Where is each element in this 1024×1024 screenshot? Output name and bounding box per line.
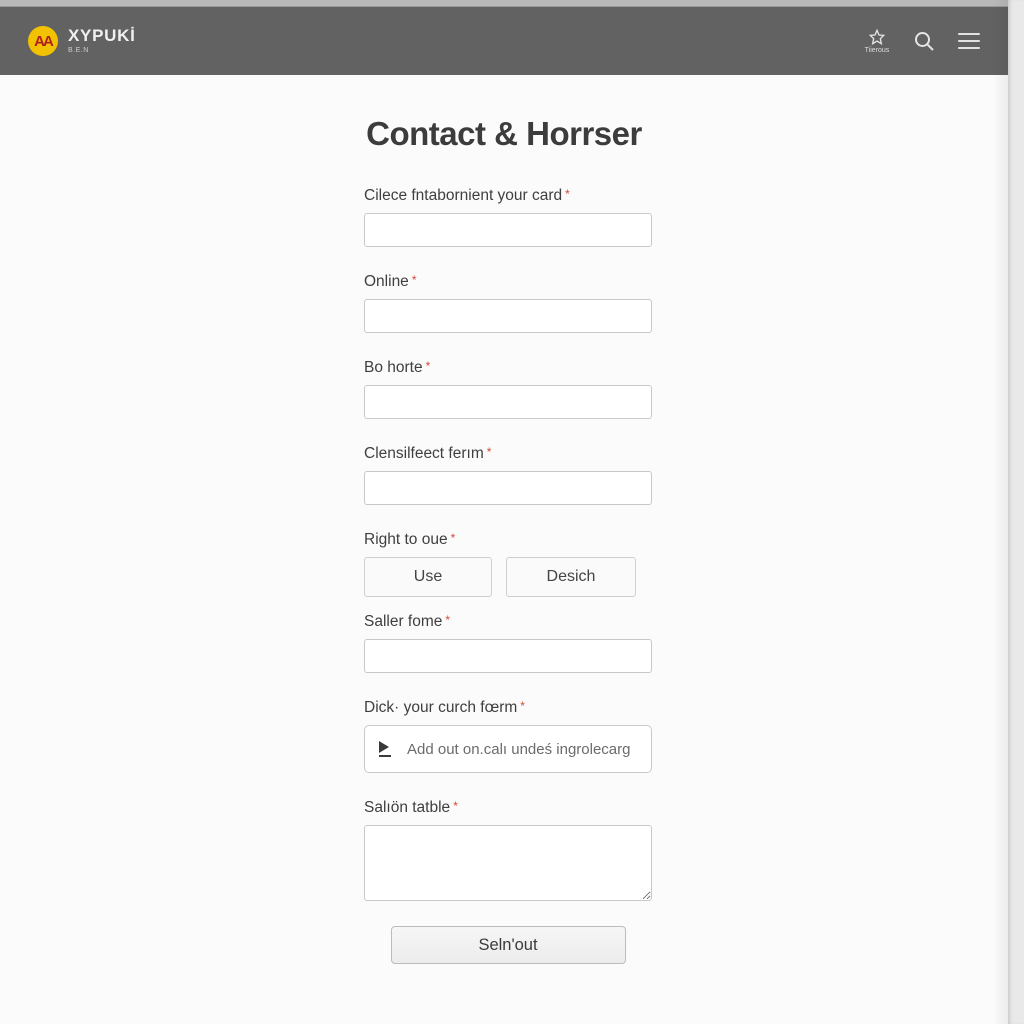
field-textarea: Salıön tatble* bbox=[364, 799, 652, 906]
required-marker: * bbox=[445, 613, 450, 627]
label-bohorte-text: Bo horte bbox=[364, 359, 423, 376]
page-title: Contact & Horrser bbox=[0, 115, 1008, 153]
bohorte-input[interactable] bbox=[364, 385, 652, 419]
window-top-strip bbox=[0, 0, 1008, 7]
field-right: Right to oue* Use Desich bbox=[364, 531, 652, 597]
label-right-text: Right to oue bbox=[364, 531, 448, 548]
upload-placeholder: Add out on.calı undeś ingrolecarg bbox=[407, 741, 630, 758]
logo-text: AA bbox=[34, 33, 52, 50]
label-textarea: Salıön tatble* bbox=[364, 799, 652, 817]
required-marker: * bbox=[565, 187, 570, 201]
submit-button[interactable]: Seln'out bbox=[391, 926, 626, 964]
header-actions: Tiierous bbox=[864, 29, 980, 54]
label-online: Online* bbox=[364, 273, 652, 291]
logo-badge: AA bbox=[28, 26, 58, 56]
label-saller: Saller fome* bbox=[364, 613, 652, 631]
upload-box[interactable]: Add out on.calı undeś ingrolecarg bbox=[364, 725, 652, 773]
label-clens: Clensilfeect ferım* bbox=[364, 445, 652, 463]
field-online: Online* bbox=[364, 273, 652, 333]
brand-subtext: B.E.N bbox=[68, 47, 136, 54]
favorites-button[interactable]: Tiierous bbox=[864, 29, 890, 54]
required-marker: * bbox=[412, 273, 417, 287]
label-bohorte: Bo horte* bbox=[364, 359, 652, 377]
menu-button[interactable] bbox=[958, 33, 980, 49]
online-input[interactable] bbox=[364, 299, 652, 333]
play-icon bbox=[379, 741, 393, 757]
label-upload: Dick· your curch fœrm* bbox=[364, 699, 652, 717]
right-option-desich[interactable]: Desich bbox=[506, 557, 636, 597]
required-marker: * bbox=[451, 531, 456, 545]
label-right: Right to oue* bbox=[364, 531, 652, 549]
field-clens: Clensilfeect ferım* bbox=[364, 445, 652, 505]
textarea-input[interactable] bbox=[364, 825, 652, 901]
field-card: Cilece fntabornient your card* bbox=[364, 187, 652, 247]
submit-row: Seln'out bbox=[364, 926, 652, 964]
page: AA XYPUKİ B.E.N Tiierous bbox=[0, 0, 1008, 1024]
brand[interactable]: AA XYPUKİ B.E.N bbox=[28, 26, 136, 56]
label-saller-text: Saller fome bbox=[364, 613, 442, 630]
brand-text: XYPUKİ B.E.N bbox=[68, 27, 136, 54]
field-upload: Dick· your curch fœrm* Add out on.calı u… bbox=[364, 699, 652, 773]
required-marker: * bbox=[520, 699, 525, 713]
saller-input[interactable] bbox=[364, 639, 652, 673]
main-content: Contact & Horrser Cilece fntabornient yo… bbox=[0, 75, 1008, 964]
required-marker: * bbox=[487, 445, 492, 459]
required-marker: * bbox=[453, 799, 458, 813]
field-saller: Saller fome* bbox=[364, 613, 652, 673]
right-option-use[interactable]: Use bbox=[364, 557, 492, 597]
header-bar: AA XYPUKİ B.E.N Tiierous bbox=[0, 7, 1008, 75]
field-bohorte: Bo horte* bbox=[364, 359, 652, 419]
label-card: Cilece fntabornient your card* bbox=[364, 187, 652, 205]
right-toggle-group: Use Desich bbox=[364, 557, 652, 597]
label-upload-text: Dick· your curch fœrm bbox=[364, 699, 517, 716]
required-marker: * bbox=[426, 359, 431, 373]
label-clens-text: Clensilfeect ferım bbox=[364, 445, 484, 462]
label-textarea-text: Salıön tatble bbox=[364, 799, 450, 816]
star-icon bbox=[869, 29, 885, 45]
favorites-label: Tiierous bbox=[865, 47, 890, 54]
label-online-text: Online bbox=[364, 273, 409, 290]
card-input[interactable] bbox=[364, 213, 652, 247]
contact-form: Cilece fntabornient your card* Online* B… bbox=[364, 187, 652, 964]
search-icon bbox=[912, 29, 936, 53]
brand-name: XYPUKİ bbox=[68, 27, 136, 45]
hamburger-icon bbox=[958, 33, 980, 49]
label-card-text: Cilece fntabornient your card bbox=[364, 187, 562, 204]
search-button[interactable] bbox=[912, 29, 936, 53]
clens-input[interactable] bbox=[364, 471, 652, 505]
